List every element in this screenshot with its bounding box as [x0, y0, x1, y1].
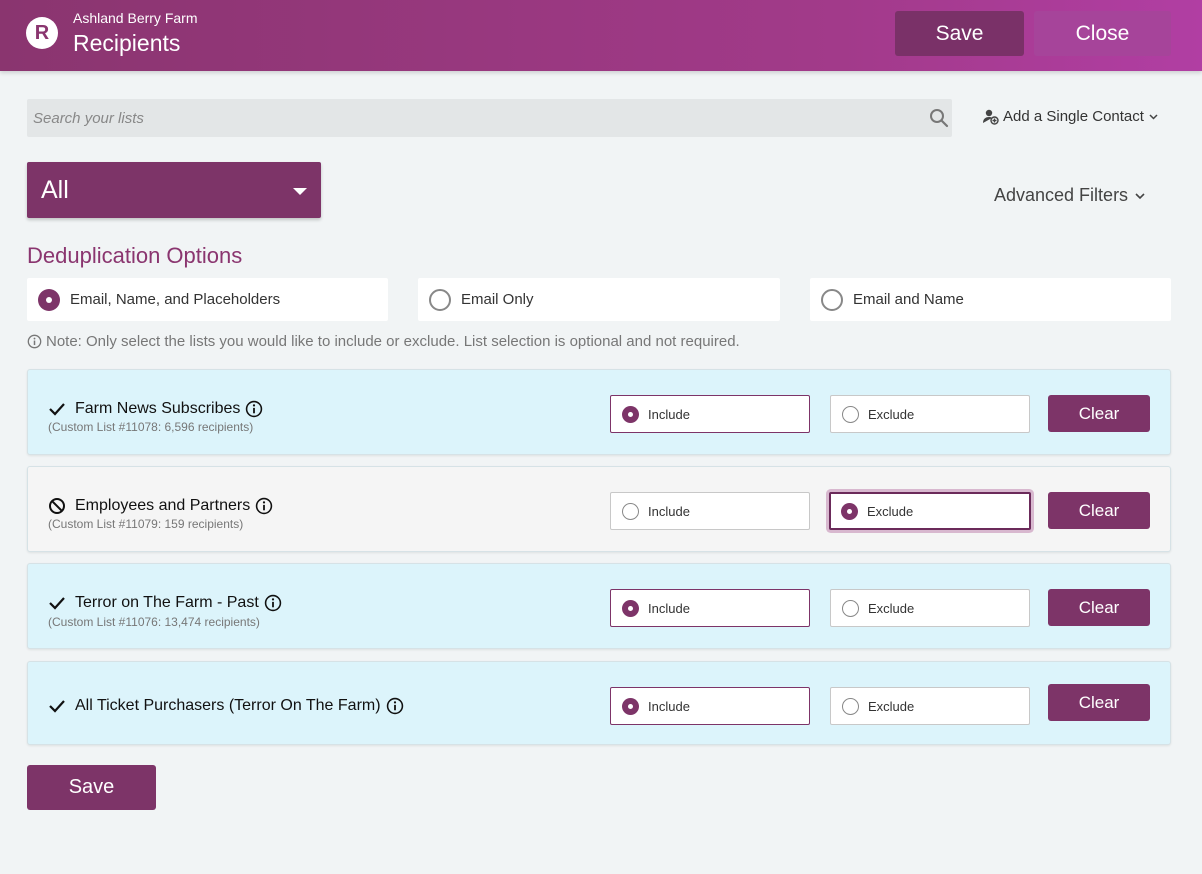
- list-subtitle: (Custom List #11076: 13,474 recipients): [48, 615, 260, 629]
- search-bar: [27, 99, 952, 137]
- page-title: Recipients: [73, 30, 181, 56]
- check-icon: [49, 700, 65, 713]
- radio-unselected-icon: [821, 288, 843, 311]
- include-option[interactable]: Include: [610, 589, 810, 627]
- chevron-down-icon: [1135, 192, 1145, 199]
- list-row: Farm News Subscribes (Custom List #11078…: [27, 369, 1171, 455]
- search-icon[interactable]: [929, 108, 949, 128]
- dedup-option-email-name-placeholders[interactable]: Email, Name, and Placeholders: [27, 278, 388, 321]
- radio-selected-icon: [622, 599, 639, 617]
- exclude-option[interactable]: Exclude: [830, 687, 1030, 725]
- list-subtitle: (Custom List #11079: 159 recipients): [48, 517, 244, 531]
- info-icon[interactable]: [386, 697, 404, 715]
- brand-logo: R: [26, 17, 58, 49]
- radio-unselected-icon: [842, 697, 859, 715]
- selection-note: Note: Only select the lists you would li…: [27, 333, 740, 350]
- check-icon: [49, 403, 65, 416]
- radio-unselected-icon: [429, 288, 451, 311]
- dedup-option-label: Email Only: [461, 291, 534, 308]
- radio-selected-icon: [38, 288, 60, 311]
- list-row: All Ticket Purchasers (Terror On The Far…: [27, 661, 1171, 745]
- caret-down-icon: [293, 188, 307, 195]
- organization-name: Ashland Berry Farm: [73, 10, 198, 26]
- radio-unselected-icon: [622, 502, 639, 520]
- list-name: All Ticket Purchasers (Terror On The Far…: [75, 697, 404, 715]
- list-name: Terror on The Farm - Past: [75, 594, 282, 612]
- list-subtitle: (Custom List #11078: 6,596 recipients): [48, 420, 254, 434]
- note-text: Note: Only select the lists you would li…: [46, 333, 740, 350]
- add-single-contact-button[interactable]: Add a Single Contact: [982, 108, 1159, 125]
- clear-button[interactable]: Clear: [1048, 684, 1150, 721]
- exclude-option[interactable]: Exclude: [829, 492, 1031, 530]
- dedup-option-label: Email and Name: [853, 291, 964, 308]
- search-input[interactable]: [27, 99, 917, 137]
- include-option[interactable]: Include: [610, 687, 810, 725]
- include-option[interactable]: Include: [610, 492, 810, 530]
- radio-selected-icon: [622, 405, 639, 423]
- exclude-option[interactable]: Exclude: [830, 395, 1030, 433]
- dropdown-selected-value: All: [41, 176, 69, 204]
- header-save-button[interactable]: Save: [895, 11, 1024, 56]
- include-label: Include: [648, 503, 690, 519]
- list-name-text: Employees and Partners: [75, 497, 251, 514]
- include-label: Include: [648, 600, 690, 616]
- clear-button[interactable]: Clear: [1048, 492, 1150, 529]
- clear-button[interactable]: Clear: [1048, 589, 1150, 626]
- info-icon[interactable]: [255, 497, 273, 515]
- exclude-label: Exclude: [867, 503, 914, 519]
- radio-unselected-icon: [842, 405, 859, 423]
- exclude-label: Exclude: [868, 406, 915, 422]
- info-icon: [27, 334, 42, 349]
- add-contact-label: Add a Single Contact: [1003, 108, 1144, 125]
- dedup-option-label: Email, Name, and Placeholders: [70, 291, 281, 308]
- save-button[interactable]: Save: [27, 765, 156, 810]
- radio-selected-icon: [841, 502, 858, 520]
- exclude-label: Exclude: [868, 600, 915, 616]
- header-close-button[interactable]: Close: [1034, 11, 1171, 56]
- chevron-down-icon: [1149, 114, 1158, 120]
- clear-button[interactable]: Clear: [1048, 395, 1150, 432]
- ban-icon: [49, 498, 65, 514]
- list-row: Employees and Partners (Custom List #110…: [27, 466, 1171, 552]
- list-type-dropdown[interactable]: All: [27, 162, 321, 218]
- info-icon[interactable]: [264, 594, 282, 612]
- include-label: Include: [648, 698, 690, 714]
- check-icon: [49, 597, 65, 610]
- add-user-icon: [983, 109, 999, 125]
- list-name: Employees and Partners: [75, 497, 273, 515]
- list-row: Terror on The Farm - Past (Custom List #…: [27, 563, 1171, 649]
- exclude-label: Exclude: [868, 698, 915, 714]
- info-icon[interactable]: [245, 400, 263, 418]
- list-name-text: All Ticket Purchasers (Terror On The Far…: [75, 697, 381, 714]
- include-option[interactable]: Include: [610, 395, 810, 433]
- radio-unselected-icon: [842, 599, 859, 617]
- exclude-option[interactable]: Exclude: [830, 589, 1030, 627]
- dedup-title: Deduplication Options: [27, 243, 243, 268]
- include-label: Include: [648, 406, 690, 422]
- list-name-text: Farm News Subscribes: [75, 400, 241, 417]
- advanced-filters-label: Advanced Filters: [994, 185, 1129, 205]
- list-name-text: Terror on The Farm - Past: [75, 594, 259, 611]
- advanced-filters-toggle[interactable]: Advanced Filters: [994, 185, 1146, 206]
- radio-selected-icon: [622, 697, 639, 715]
- dedup-option-email-only[interactable]: Email Only: [418, 278, 780, 321]
- app-header: R Ashland Berry Farm Recipients Save Clo…: [0, 0, 1202, 71]
- list-name: Farm News Subscribes: [75, 400, 263, 418]
- dedup-option-email-and-name[interactable]: Email and Name: [810, 278, 1171, 321]
